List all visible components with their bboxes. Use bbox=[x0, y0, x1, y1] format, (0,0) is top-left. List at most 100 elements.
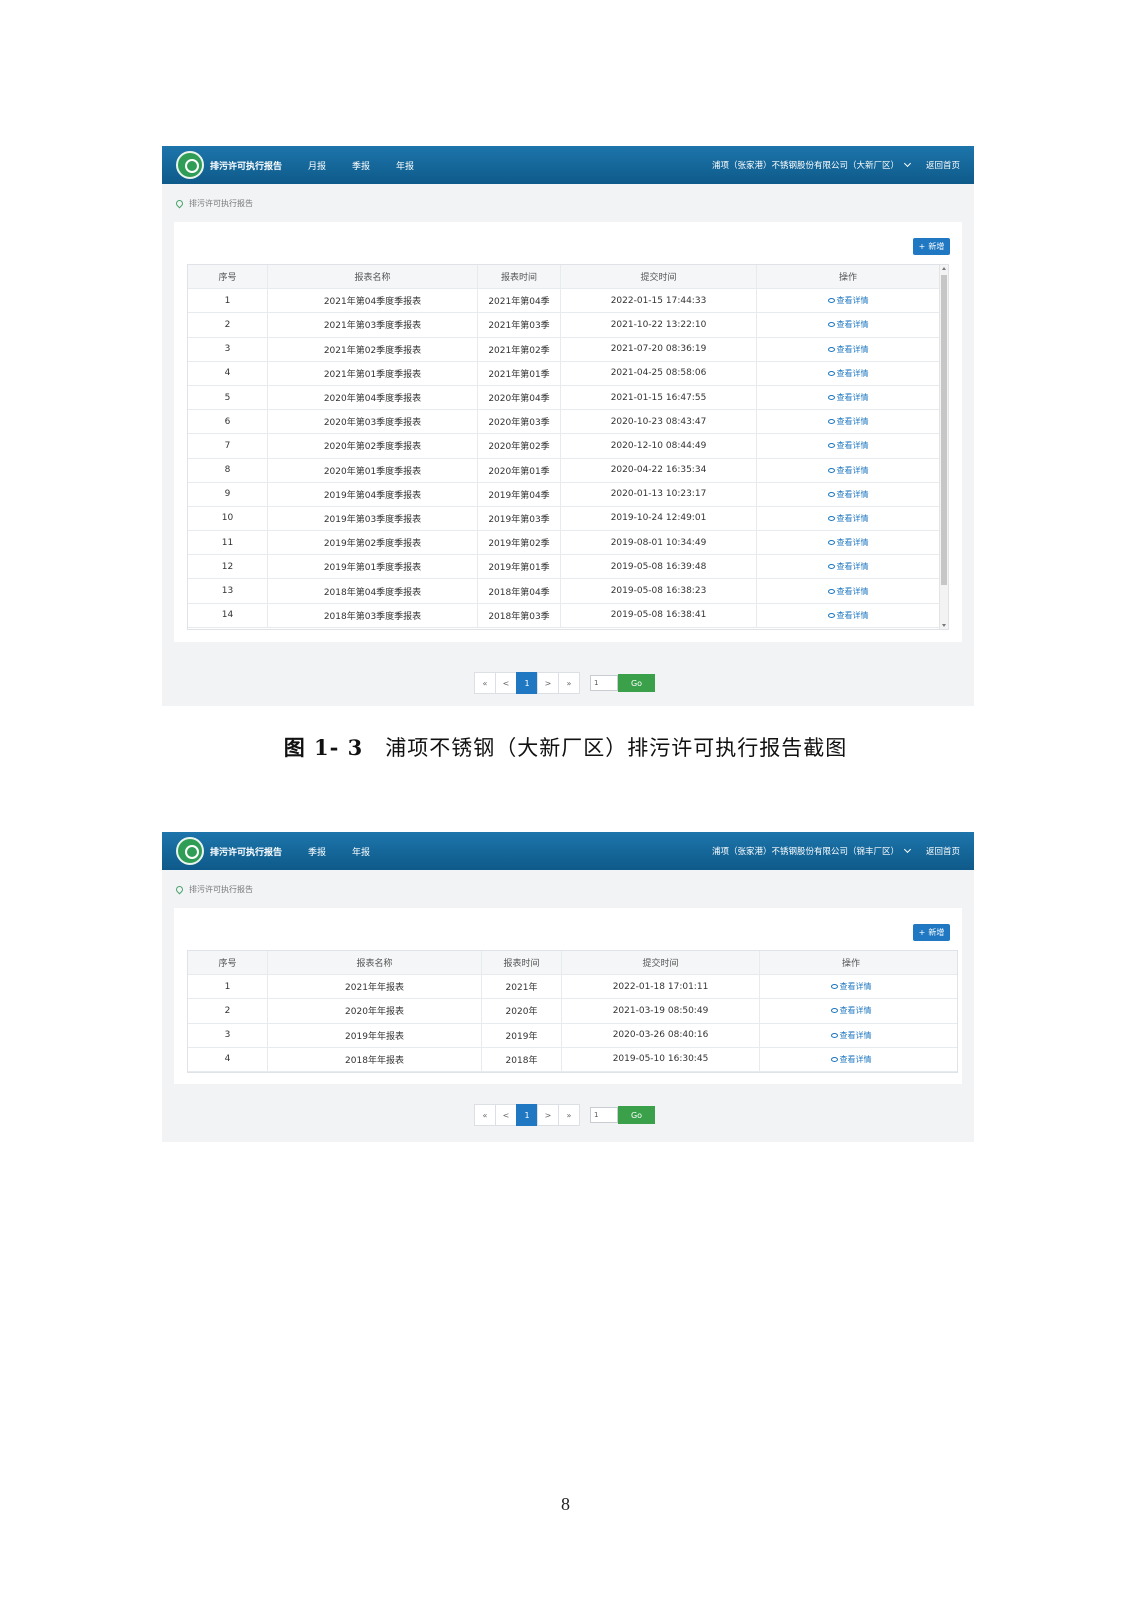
top-navbar: 排污许可执行报告 月报 季报 年报 浦项（张家港）不锈钢股份有限公司（大新厂区）… bbox=[162, 146, 974, 184]
first-page-button[interactable]: « bbox=[474, 672, 496, 694]
table-cell: 2018年第03季度季报表 bbox=[268, 603, 478, 627]
nav-quarterly[interactable]: 季报 bbox=[308, 845, 326, 858]
view-details-link[interactable]: 查看详情 bbox=[827, 465, 869, 476]
view-details-link[interactable]: 查看详情 bbox=[827, 537, 869, 548]
view-details-link[interactable]: 查看详情 bbox=[830, 1054, 872, 1065]
home-link[interactable]: 返回首页 bbox=[926, 845, 960, 857]
view-details-link[interactable]: 查看详情 bbox=[827, 561, 869, 572]
table-cell: 13 bbox=[188, 579, 268, 603]
add-button[interactable]: + 新增 bbox=[913, 924, 950, 941]
table-cell: 2019-05-10 16:30:45 bbox=[562, 1047, 760, 1071]
eye-icon bbox=[827, 346, 835, 352]
report-table: 序号 报表名称 报表时间 提交时间 操作 1 2021年第04季度季报表 2021年第04季 2… bbox=[187, 264, 949, 630]
table-row: 4 2021年第01季度季报表 2021年第01季 2021-04-25 08:58:… bbox=[188, 361, 939, 386]
view-details-label: 查看详情 bbox=[836, 586, 869, 596]
view-details-label: 查看详情 bbox=[836, 538, 869, 548]
table-row: 10 2019年第03季度季报表 2019年第03季 2019-10-24 12:49… bbox=[188, 506, 939, 532]
nav-annual[interactable]: 年报 bbox=[396, 159, 414, 172]
prev-page-button[interactable]: < bbox=[495, 1104, 517, 1126]
add-button[interactable]: + 新增 bbox=[913, 238, 950, 255]
table-cell: 3 bbox=[188, 337, 268, 361]
last-page-button[interactable]: » bbox=[558, 1104, 580, 1126]
table-cell: 2019年第01季 bbox=[478, 555, 561, 579]
eye-icon bbox=[827, 588, 835, 594]
breadcrumb: 排污许可执行报告 bbox=[162, 184, 974, 222]
table-cell: 2019-05-08 16:38:23 bbox=[561, 579, 757, 603]
view-details-link[interactable]: 查看详情 bbox=[827, 319, 869, 330]
prev-page-button[interactable]: < bbox=[495, 672, 517, 694]
next-page-button[interactable]: > bbox=[537, 672, 559, 694]
table-cell: 4 bbox=[188, 1047, 268, 1071]
first-page-button[interactable]: « bbox=[474, 1104, 496, 1126]
report-table: 序号 报表名称 报表时间 提交时间 操作 1 2021年年报表 2021年 2022-01-18… bbox=[187, 950, 958, 1073]
action-cell: 查看详情 bbox=[757, 362, 939, 385]
view-details-label: 查看详情 bbox=[836, 489, 869, 499]
table-scrollbar[interactable] bbox=[939, 265, 948, 629]
table-cell: 2021年第01季度季报表 bbox=[268, 361, 478, 385]
table-cell: 2 bbox=[188, 999, 268, 1023]
home-link[interactable]: 返回首页 bbox=[926, 159, 960, 171]
table-cell: 2019年第01季度季报表 bbox=[268, 555, 478, 579]
action-cell: 查看详情 bbox=[757, 386, 939, 409]
table-cell: 2020-10-23 08:43:47 bbox=[561, 410, 757, 434]
company-selector[interactable]: 浦项（张家港）不锈钢股份有限公司（大新厂区） bbox=[711, 159, 912, 171]
table-cell: 3 bbox=[188, 1023, 268, 1047]
company-selector[interactable]: 浦项（张家港）不锈钢股份有限公司（锦丰厂区） bbox=[712, 845, 912, 857]
view-details-link[interactable]: 查看详情 bbox=[827, 416, 869, 427]
view-details-link[interactable]: 查看详情 bbox=[830, 1030, 872, 1041]
add-button-label: 新增 bbox=[928, 928, 945, 937]
scroll-up-icon[interactable] bbox=[942, 267, 946, 270]
view-details-link[interactable]: 查看详情 bbox=[830, 1005, 872, 1016]
current-page-button[interactable]: 1 bbox=[516, 1104, 538, 1126]
view-details-link[interactable]: 查看详情 bbox=[827, 368, 869, 379]
eye-icon bbox=[827, 322, 835, 328]
view-details-link[interactable]: 查看详情 bbox=[827, 489, 869, 500]
scroll-down-icon[interactable] bbox=[942, 624, 946, 627]
table-cell: 8 bbox=[188, 458, 268, 482]
table-row: 5 2020年第04季度季报表 2020年第04季 2021-01-15 16:47:… bbox=[188, 385, 939, 411]
view-details-label: 查看详情 bbox=[839, 1054, 872, 1064]
pagination: « < 1 > » Go bbox=[474, 1104, 655, 1126]
view-details-link[interactable]: 查看详情 bbox=[827, 610, 869, 621]
table-cell: 2022-01-18 17:01:11 bbox=[562, 975, 760, 999]
go-button[interactable]: Go bbox=[618, 1106, 655, 1124]
company-name: 浦项（张家港）不锈钢股份有限公司（大新厂区） bbox=[711, 161, 899, 171]
table-header: 序号 报表名称 报表时间 提交时间 操作 bbox=[188, 265, 939, 290]
view-details-label: 查看详情 bbox=[839, 1006, 872, 1016]
view-details-link[interactable]: 查看详情 bbox=[827, 513, 869, 524]
nav-monthly[interactable]: 月报 bbox=[308, 159, 326, 172]
view-details-link[interactable]: 查看详情 bbox=[827, 440, 869, 451]
table-cell: 2021年第03季度季报表 bbox=[268, 313, 478, 337]
table-row: 1 2021年年报表 2021年 2022-01-18 17:01:11 查看详情 bbox=[188, 975, 957, 1000]
table-cell: 2021年年报表 bbox=[268, 975, 482, 999]
table-cell: 4 bbox=[188, 361, 268, 385]
page-jump-input[interactable] bbox=[590, 675, 618, 691]
view-details-label: 查看详情 bbox=[836, 344, 869, 354]
table-cell: 2021年第04季度季报表 bbox=[268, 289, 478, 313]
current-page-button[interactable]: 1 bbox=[516, 672, 538, 694]
eye-icon bbox=[827, 370, 835, 376]
table-cell: 2021-03-19 08:50:49 bbox=[562, 999, 760, 1023]
logo-icon bbox=[176, 151, 204, 179]
nav-annual[interactable]: 年报 bbox=[352, 845, 370, 858]
go-button[interactable]: Go bbox=[618, 674, 655, 692]
scrollbar-thumb[interactable] bbox=[941, 275, 947, 585]
view-details-label: 查看详情 bbox=[836, 562, 869, 572]
nav-quarterly[interactable]: 季报 bbox=[352, 159, 370, 172]
table-cell: 2021年第02季度季报表 bbox=[268, 337, 478, 361]
next-page-button[interactable]: > bbox=[537, 1104, 559, 1126]
table-cell: 2019年第02季 bbox=[478, 531, 561, 555]
last-page-button[interactable]: » bbox=[558, 672, 580, 694]
view-details-link[interactable]: 查看详情 bbox=[830, 981, 872, 992]
view-details-link[interactable]: 查看详情 bbox=[827, 295, 869, 306]
table-cell: 2021年第02季 bbox=[478, 337, 561, 361]
view-details-link[interactable]: 查看详情 bbox=[827, 392, 869, 403]
page-jump-input[interactable] bbox=[590, 1107, 618, 1123]
view-details-label: 查看详情 bbox=[839, 982, 872, 992]
view-details-link[interactable]: 查看详情 bbox=[827, 344, 869, 355]
view-details-link[interactable]: 查看详情 bbox=[827, 586, 869, 597]
table-cell: 7 bbox=[188, 434, 268, 458]
breadcrumb-label[interactable]: 排污许可执行报告 bbox=[189, 198, 253, 209]
breadcrumb-label[interactable]: 排污许可执行报告 bbox=[189, 884, 253, 895]
table-cell: 2019年第04季 bbox=[478, 482, 561, 506]
